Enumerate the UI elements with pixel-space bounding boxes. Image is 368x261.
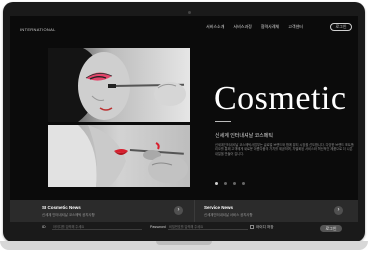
password-input[interactable]: 비밀번호를 입력해 주세요 — [168, 224, 248, 230]
slider-dot[interactable] — [242, 182, 245, 185]
login-submit-button[interactable]: 로그인 — [320, 225, 342, 232]
news-title-cosmetic[interactable]: SI Cosmetic News — [42, 205, 81, 210]
password-label: Password — [150, 225, 166, 229]
remember-label: 아이디 저장 — [256, 225, 274, 229]
slider-dot[interactable] — [215, 182, 218, 185]
laptop-mockup: INTERNATIONAL 서비스소개 서비스과정 협력사례체 고객센터 로그인 — [0, 0, 368, 261]
nav-item-service-intro[interactable]: 서비스소개 — [206, 24, 224, 30]
hero-title: Cosmetic — [214, 80, 347, 117]
arrow-right-icon[interactable]: › — [334, 206, 343, 215]
website-screen: INTERNATIONAL 서비스소개 서비스과정 협력사례체 고객센터 로그인 — [10, 16, 358, 234]
laptop-notch — [156, 241, 212, 245]
arrow-right-icon[interactable]: › — [174, 206, 183, 215]
slider-pagination — [215, 182, 245, 185]
slider-dot[interactable] — [233, 182, 236, 185]
login-nav-button[interactable]: 로그인 — [330, 23, 352, 31]
hero-description: 신세계인터내셔날 코스메틱사업부는 글로벌 브랜드와 함께 뷰티 시장을 선도합… — [215, 143, 354, 156]
hero-subtitle: 신세계 인터내셔날 코스메틱 — [215, 133, 273, 139]
remember-checkbox[interactable] — [250, 225, 254, 229]
id-input[interactable]: 아이디를 입력해 주세요 — [52, 224, 142, 230]
top-nav-bar: INTERNATIONAL 서비스소개 서비스과정 협력사례체 고객센터 로그인 — [10, 16, 358, 42]
news-bar — [10, 200, 358, 222]
hero-divider — [215, 121, 231, 122]
news-text-service[interactable]: 신세계인터내셔날 서비스 공지사항 — [204, 212, 253, 217]
nav-item-service-course[interactable]: 서비스과정 — [233, 24, 251, 30]
news-divider — [194, 200, 195, 222]
nav-item-cases[interactable]: 협력사례체 — [261, 24, 279, 30]
slider-dot[interactable] — [224, 182, 227, 185]
hero-image-eye-makeup — [48, 48, 190, 122]
brand-logo[interactable]: INTERNATIONAL — [20, 27, 56, 32]
news-text-cosmetic[interactable]: 신세계 인터내셔날 코스메틱 공지사항 — [42, 212, 95, 217]
main-nav: 서비스소개 서비스과정 협력사례체 고객센터 — [206, 24, 303, 30]
hero-image-lips — [48, 125, 190, 187]
nav-item-support[interactable]: 고객센터 — [288, 24, 303, 30]
camera-icon — [188, 11, 191, 14]
id-label: ID — [42, 225, 46, 229]
news-title-service[interactable]: Service News — [204, 205, 233, 210]
